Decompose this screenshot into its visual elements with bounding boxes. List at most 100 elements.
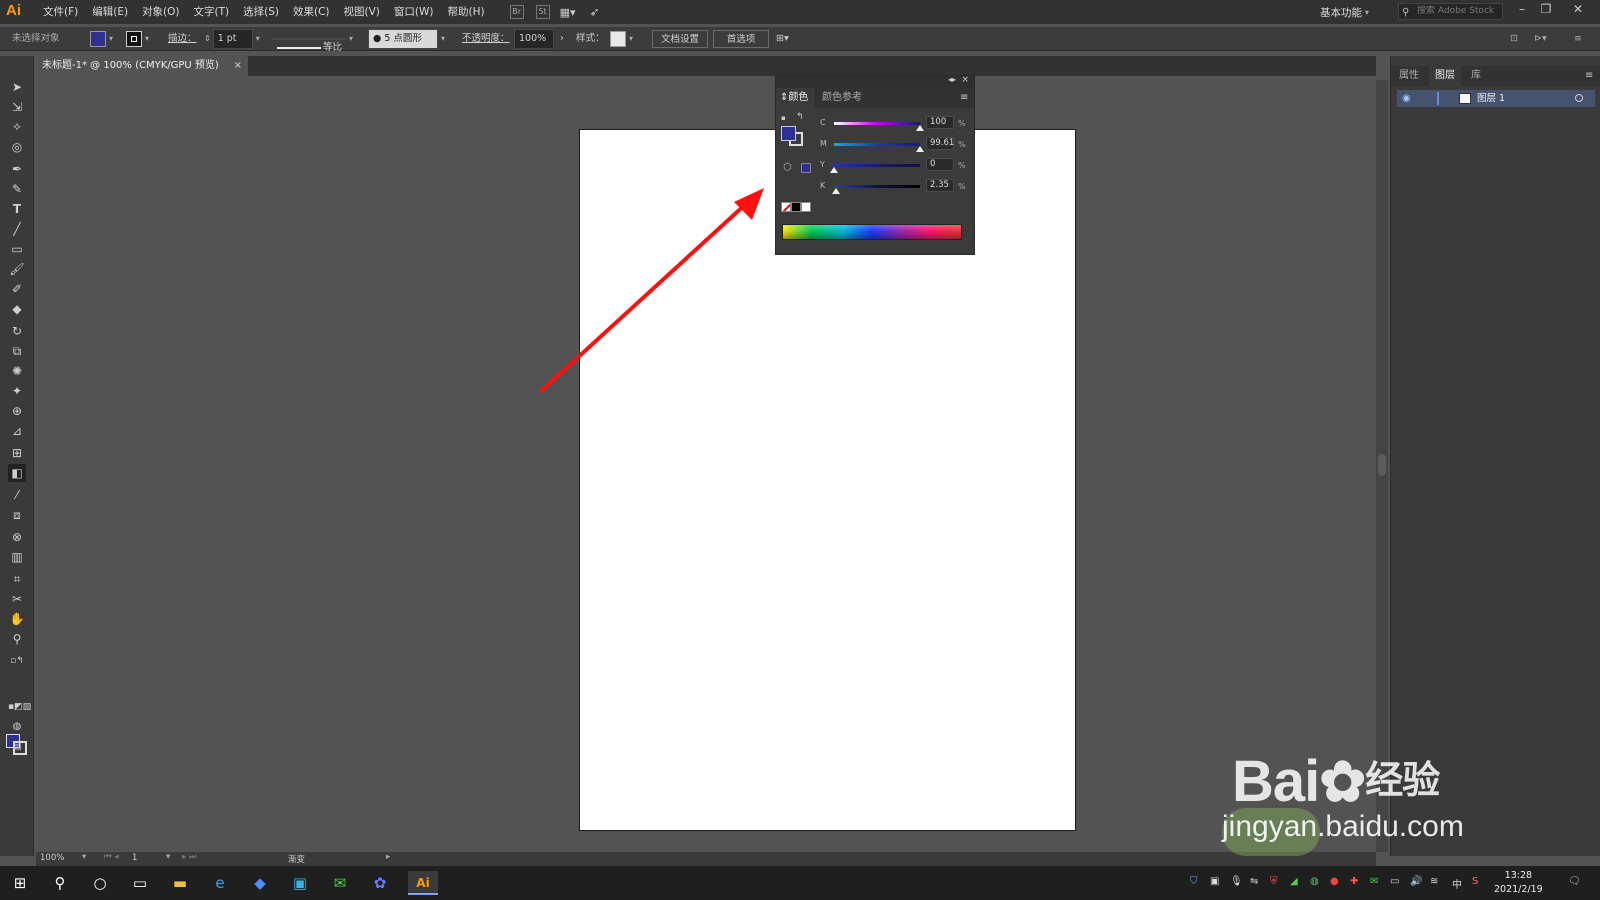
store-app-icon[interactable]: ▣ [288, 871, 312, 895]
slider-track-y[interactable] [834, 164, 920, 167]
status-menu-icon[interactable]: ▸ [386, 852, 390, 862]
tray-display-icon[interactable]: ▭ [1390, 876, 1399, 887]
selection-tool-icon[interactable]: ➤ [8, 78, 26, 96]
workspace-switcher[interactable]: 基本功能 ▾ [1320, 0, 1369, 24]
restore-button[interactable]: ❐ [1534, 0, 1558, 20]
eraser-tool-icon[interactable]: ◆ [8, 300, 26, 318]
system-clock[interactable]: 13:28 2021/2/19 [1494, 869, 1543, 897]
default-colors-icon[interactable]: ▪ [781, 114, 786, 122]
chevron-down-icon[interactable]: ▾ [82, 852, 86, 862]
target-icon[interactable] [1575, 94, 1583, 102]
menu-view[interactable]: 视图(V) [337, 0, 387, 24]
menu-object[interactable]: 对象(O) [135, 0, 186, 24]
out-of-gamut-icon[interactable]: ⬡ [783, 162, 792, 173]
control-menu-icon[interactable]: ≡ [1574, 30, 1582, 48]
graphic-style-picker[interactable]: ▾ [610, 30, 633, 48]
stroke-label[interactable]: 描边： [168, 30, 197, 48]
tray-wechat-icon[interactable]: ✉ [1370, 876, 1378, 887]
gradient-tool-icon[interactable]: ◧ [8, 464, 26, 482]
menu-edit[interactable]: 编辑(E) [85, 0, 135, 24]
variable-width-profile[interactable]: 等比 ▾ [272, 30, 353, 53]
color-mode-icon[interactable]: ▪◩▨ [8, 698, 31, 716]
tray-app-icon[interactable]: ▣ [1210, 876, 1219, 887]
scale-tool-icon[interactable]: ⧉ [8, 342, 26, 360]
opacity-value[interactable]: 100% [514, 29, 554, 49]
perspective-grid-tool-icon[interactable]: ⊿ [8, 422, 26, 440]
mesh-tool-icon[interactable]: ⊞ [8, 444, 26, 462]
collapse-panel-icon[interactable]: ◂▸ [948, 75, 956, 84]
eye-icon[interactable]: ◉ [1402, 90, 1411, 107]
slider-thumb-c[interactable] [916, 125, 924, 131]
direct-selection-tool-icon[interactable]: ⇲ [8, 98, 26, 116]
puppet-warp-tool-icon[interactable]: ✦ [8, 382, 26, 400]
input-method-indicator[interactable]: 中 [1452, 876, 1462, 891]
stock-icon[interactable]: St [535, 5, 550, 19]
artboard-nav-next-icon[interactable]: ▸ ⏭ [182, 852, 197, 862]
shape-builder-tool-icon[interactable]: ⊕ [8, 402, 26, 420]
file-explorer-icon[interactable]: ▬ [168, 871, 192, 895]
shaper-tool-icon[interactable]: ✐ [8, 280, 26, 298]
hand-tool-icon[interactable]: ✋ [8, 610, 26, 628]
menu-effect[interactable]: 效果(C) [286, 0, 337, 24]
minimize-button[interactable]: – [1510, 0, 1534, 20]
zoom-level[interactable]: 100% [40, 853, 64, 863]
channel-value-m[interactable]: 99.61 [926, 137, 954, 150]
paintbrush-tool-icon[interactable]: 🖌 [8, 260, 26, 278]
slice-tool-icon[interactable]: ✂ [8, 590, 26, 608]
panel-titlebar[interactable]: ◂▸ × [776, 75, 974, 88]
slider-thumb-y[interactable] [830, 167, 838, 173]
tray-security-icon[interactable]: ⛨ [1270, 876, 1278, 887]
swap-fill-stroke-icon[interactable]: ▫↰ [8, 652, 26, 670]
tab-layers[interactable]: 图层 [1429, 66, 1461, 86]
layer-name[interactable]: 图层 1 [1477, 90, 1505, 107]
black-swatch[interactable] [791, 202, 801, 212]
tray-360-icon[interactable]: ◍ [1310, 876, 1319, 887]
align-options-icon[interactable]: ⊞▾ [776, 30, 789, 48]
color-spectrum[interactable] [782, 224, 962, 240]
arrange-documents-icon[interactable]: ▦▾ [560, 6, 576, 19]
chevron-down-icon[interactable]: ▾ [166, 852, 170, 862]
tray-shield-icon[interactable]: ⛉ [1190, 876, 1198, 887]
tab-color-guide[interactable]: 颜色参考 [822, 88, 862, 108]
tray-antivirus-icon[interactable]: ✚ [1350, 876, 1358, 887]
menu-help[interactable]: 帮助(H) [441, 0, 492, 24]
brush-field[interactable]: ● 5 点圆形 [368, 29, 438, 49]
cortana-icon[interactable]: ○ [88, 871, 112, 895]
chevron-right-icon[interactable]: › [560, 30, 564, 48]
drawing-mode-icon[interactable]: ◍ [8, 718, 26, 736]
search-icon[interactable]: ⚲ [48, 871, 72, 895]
artboard-tool-icon[interactable]: ⌗ [8, 570, 26, 588]
graph-tool-icon[interactable]: ▥ [8, 548, 26, 566]
tray-mic-icon[interactable]: 🎙 [1230, 876, 1243, 887]
tray-record-icon[interactable]: ● [1330, 876, 1339, 887]
slider-thumb-k[interactable] [832, 188, 841, 194]
slider-thumb-m[interactable] [915, 146, 924, 152]
symbol-sprayer-tool-icon[interactable]: ⊗ [8, 528, 26, 546]
opacity-label[interactable]: 不透明度： [462, 30, 510, 48]
rotate-tool-icon[interactable]: ↻ [8, 322, 26, 340]
document-tab[interactable]: 未标题-1* @ 100% (CMYK/GPU 预览) × [36, 56, 248, 76]
menu-window[interactable]: 窗口(W) [387, 0, 441, 24]
artboard-nav-prev-icon[interactable]: ⏮ ◂ [104, 852, 119, 862]
magic-wand-tool-icon[interactable]: ✧ [8, 118, 26, 136]
closest-gamut-swatch[interactable] [801, 163, 811, 173]
panel-menu-icon[interactable]: ≡ [960, 88, 968, 108]
stepper-icon[interactable]: ⇕ [204, 30, 211, 48]
brush-definition[interactable]: ● 5 点圆形 ▾ [368, 29, 445, 49]
panel-fill-swatch[interactable] [781, 126, 796, 141]
pen-tool-icon[interactable]: ✒ [8, 160, 26, 178]
curvature-tool-icon[interactable]: ✎ [8, 180, 26, 198]
tray-volume-icon[interactable]: 🔊 [1410, 876, 1422, 887]
stroke-color-picker[interactable]: ▾ [126, 30, 149, 48]
channel-value-c[interactable]: 100 [926, 116, 954, 129]
close-tab-icon[interactable]: × [234, 56, 242, 76]
edge-browser-icon[interactable]: e [208, 871, 232, 895]
menu-type[interactable]: 文字(T) [187, 0, 237, 24]
menu-select[interactable]: 选择(S) [236, 0, 286, 24]
stock-search-input[interactable]: ⚲ 搜索 Adobe Stock [1398, 3, 1503, 20]
sogou-ime-icon[interactable]: S [1472, 876, 1478, 887]
task-view-icon[interactable]: ▭ [128, 871, 152, 895]
blend-tool-icon[interactable]: ⧈ [8, 506, 26, 524]
swap-colors-icon[interactable]: ↰ [796, 112, 804, 122]
fill-color-picker[interactable]: ▾ [90, 30, 113, 48]
